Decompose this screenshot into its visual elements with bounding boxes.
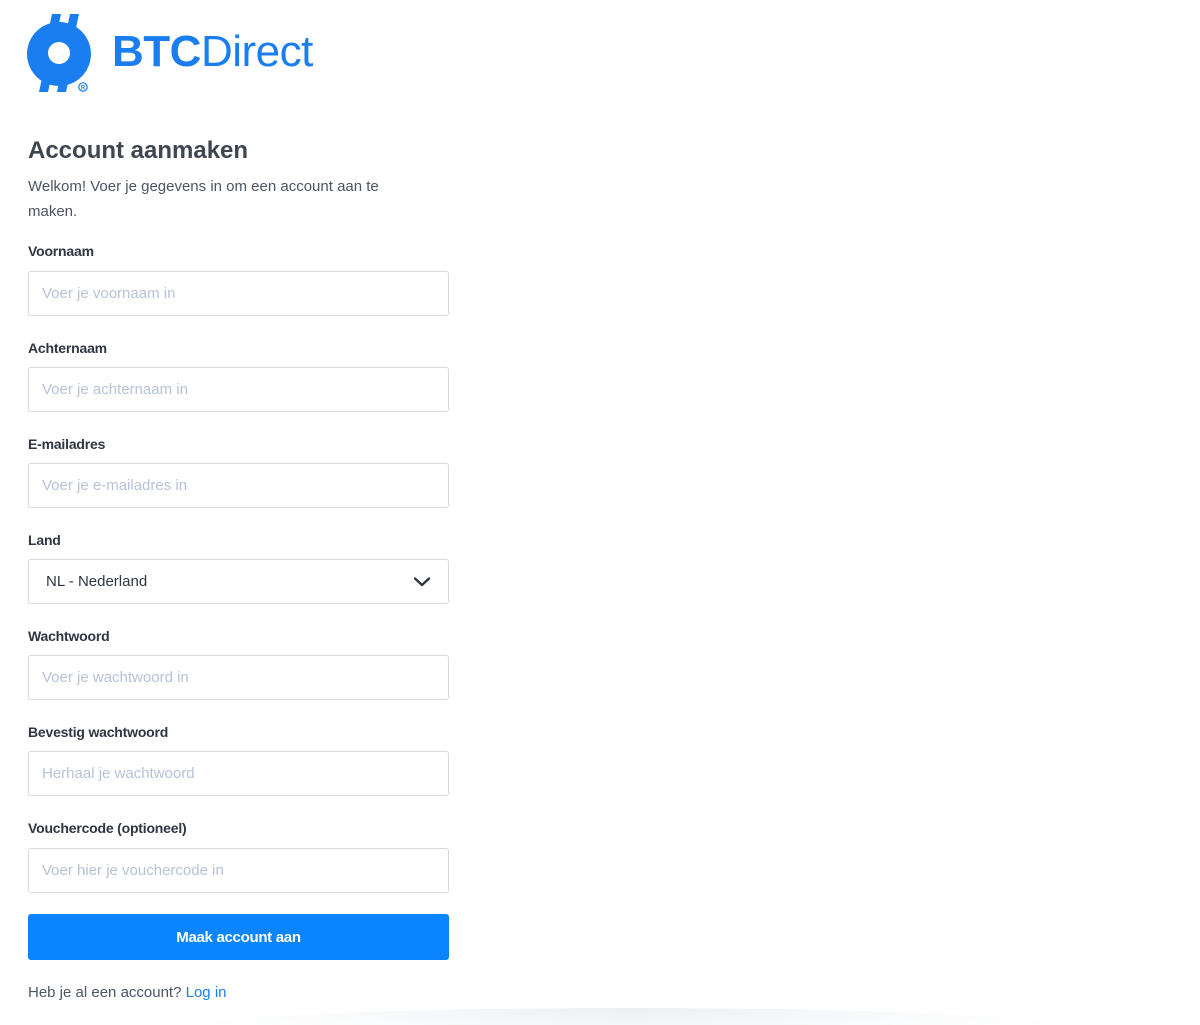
brand-wordmark: BTCDirect [112, 30, 313, 74]
voucher-input[interactable] [28, 848, 449, 893]
chevron-down-icon [413, 576, 431, 586]
confirm-password-input[interactable] [28, 751, 449, 796]
svg-text:R: R [81, 85, 86, 91]
password-label: Wachtwoord [28, 628, 110, 644]
first-name-label: Voornaam [28, 243, 94, 259]
first-name-group: Voornaam [28, 242, 449, 316]
last-name-label: Achternaam [28, 340, 107, 356]
password-group: Wachtwoord [28, 627, 449, 700]
login-link[interactable]: Log in [186, 984, 227, 1001]
last-name-input[interactable] [28, 367, 449, 412]
country-selected-value: NL - Nederland [46, 573, 148, 590]
email-label: E-mailadres [28, 436, 106, 452]
btc-direct-logo-icon: R [26, 14, 91, 92]
country-select[interactable]: NL - Nederland [28, 559, 449, 604]
brand-logo[interactable]: R BTCDirect [26, 14, 313, 94]
voucher-label: Vouchercode (optioneel) [28, 820, 187, 836]
country-label: Land [28, 532, 61, 548]
country-group: Land NL - Nederland [28, 531, 449, 604]
email-group: E-mailadres [28, 435, 449, 508]
login-prompt-text: Heb je al een account? [28, 984, 182, 1001]
password-input[interactable] [28, 655, 449, 700]
signup-page: R BTCDirect Account aanmaken Welkom! Voe… [0, 0, 1200, 1025]
email-input[interactable] [28, 463, 449, 508]
page-title: Account aanmaken [28, 137, 249, 164]
first-name-input[interactable] [28, 271, 449, 316]
last-name-group: Achternaam [28, 339, 449, 412]
create-account-button[interactable]: Maak account aan [28, 914, 449, 960]
confirm-password-label: Bevestig wachtwoord [28, 724, 169, 740]
login-prompt-line: Heb je al een account? Log in [28, 983, 227, 1003]
voucher-group: Vouchercode (optioneel) [28, 819, 449, 893]
footer-shadow [180, 1008, 1080, 1025]
brand-name-bold: BTC [112, 27, 201, 76]
signup-form: Account aanmaken Welkom! Voer je gegeven… [28, 136, 449, 1001]
brand-name-light: Direct [200, 27, 313, 76]
confirm-password-group: Bevestig wachtwoord [28, 723, 449, 796]
intro-text: Welkom! Voer je gegevens in om een accou… [28, 178, 379, 220]
